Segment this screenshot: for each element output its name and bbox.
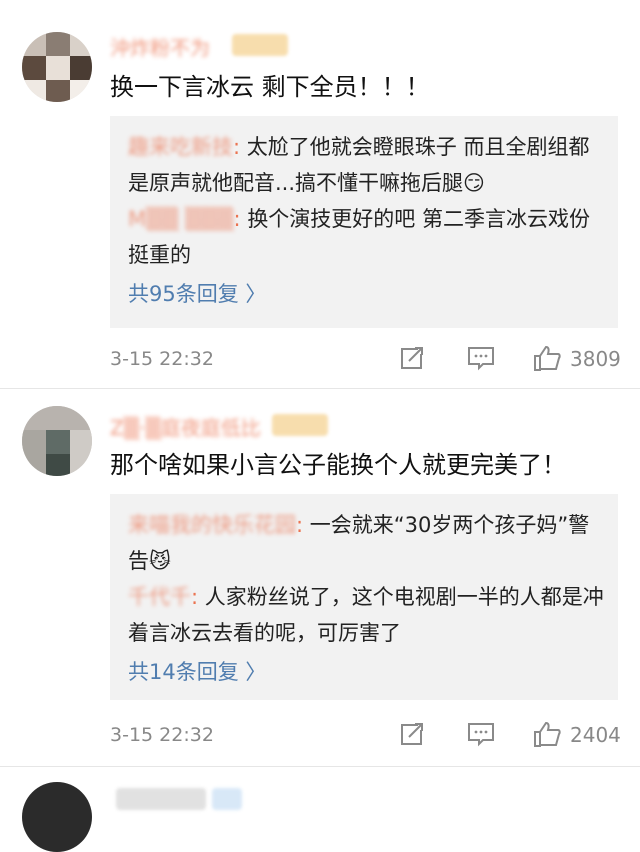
divider [0,766,640,767]
divider [0,388,640,389]
comment-text: 换一下言冰云 剩下全员！！！ [110,73,430,101]
reply-item: 千代千: 人家粉丝说了，这个电视剧一半的人都是冲着言冰云去看的呢，可厉害了 [128,585,604,645]
comment-text: 那个啥如果小言公子能换个人就更完美了！ [110,451,566,479]
repost-icon[interactable] [398,720,426,752]
like-icon[interactable] [532,344,562,376]
reply-item: 趣来吃新技: 太尬了他就会瞪眼珠子 而且全剧组都是原声就他配音...搞不懂干嘛拖… [128,135,590,195]
user-badge [232,34,288,56]
username[interactable]: Z▒·▒庭夜庭低比 [110,412,261,440]
avatar[interactable] [22,782,92,852]
comment-1: 沖炸粉不为 换一下言冰云 剩下全员！！！ 趣来吃新技: 太尬了他就会瞪眼珠子 而… [0,0,640,390]
avatar[interactable] [22,406,92,476]
like-count: 3809 [570,347,621,371]
reply-item: M▒▒ ▒▒▒: 换个演技更好的吧 第二季言冰云戏份挺重的 [128,207,590,267]
more-replies-link[interactable]: 共95条回复 〉 [110,277,618,311]
username-placeholder [116,788,206,810]
comment-footer: 3-15 22:32 2404 [110,720,621,752]
username[interactable]: 沖炸粉不为 [110,32,210,60]
reply-box: 来喵我的快乐花园: 一会就来“30岁两个孩子妈”警告😼 千代千: 人家粉丝说了，… [110,494,618,700]
comment-footer: 3-15 22:32 3809 [110,344,621,376]
user-badge [212,788,242,810]
reply-username[interactable]: 来喵我的快乐花园 [128,513,296,537]
repost-icon[interactable] [398,344,426,376]
reply-username[interactable]: 趣来吃新技 [128,135,233,159]
reply-box: 趣来吃新技: 太尬了他就会瞪眼珠子 而且全剧组都是原声就他配音...搞不懂干嘛拖… [110,116,618,328]
reply-username[interactable]: 千代千 [128,585,191,609]
like-icon[interactable] [532,720,562,752]
more-replies-link[interactable]: 共14条回复 〉 [110,655,618,689]
like-count: 2404 [570,723,621,747]
reply-username[interactable]: M▒▒ ▒▒▒ [128,207,234,231]
comment-icon[interactable] [466,720,496,752]
avatar[interactable] [22,32,92,102]
reply-item: 来喵我的快乐花园: 一会就来“30岁两个孩子妈”警告😼 [128,513,590,573]
timestamp: 3-15 22:32 [110,724,214,746]
user-badge [272,414,328,436]
comment-icon[interactable] [466,344,496,376]
timestamp: 3-15 22:32 [110,348,214,370]
comment-2: Z▒·▒庭夜庭低比 那个啥如果小言公子能换个人就更完美了！ 来喵我的快乐花园: … [0,390,640,770]
comment-3-partial [0,770,640,852]
